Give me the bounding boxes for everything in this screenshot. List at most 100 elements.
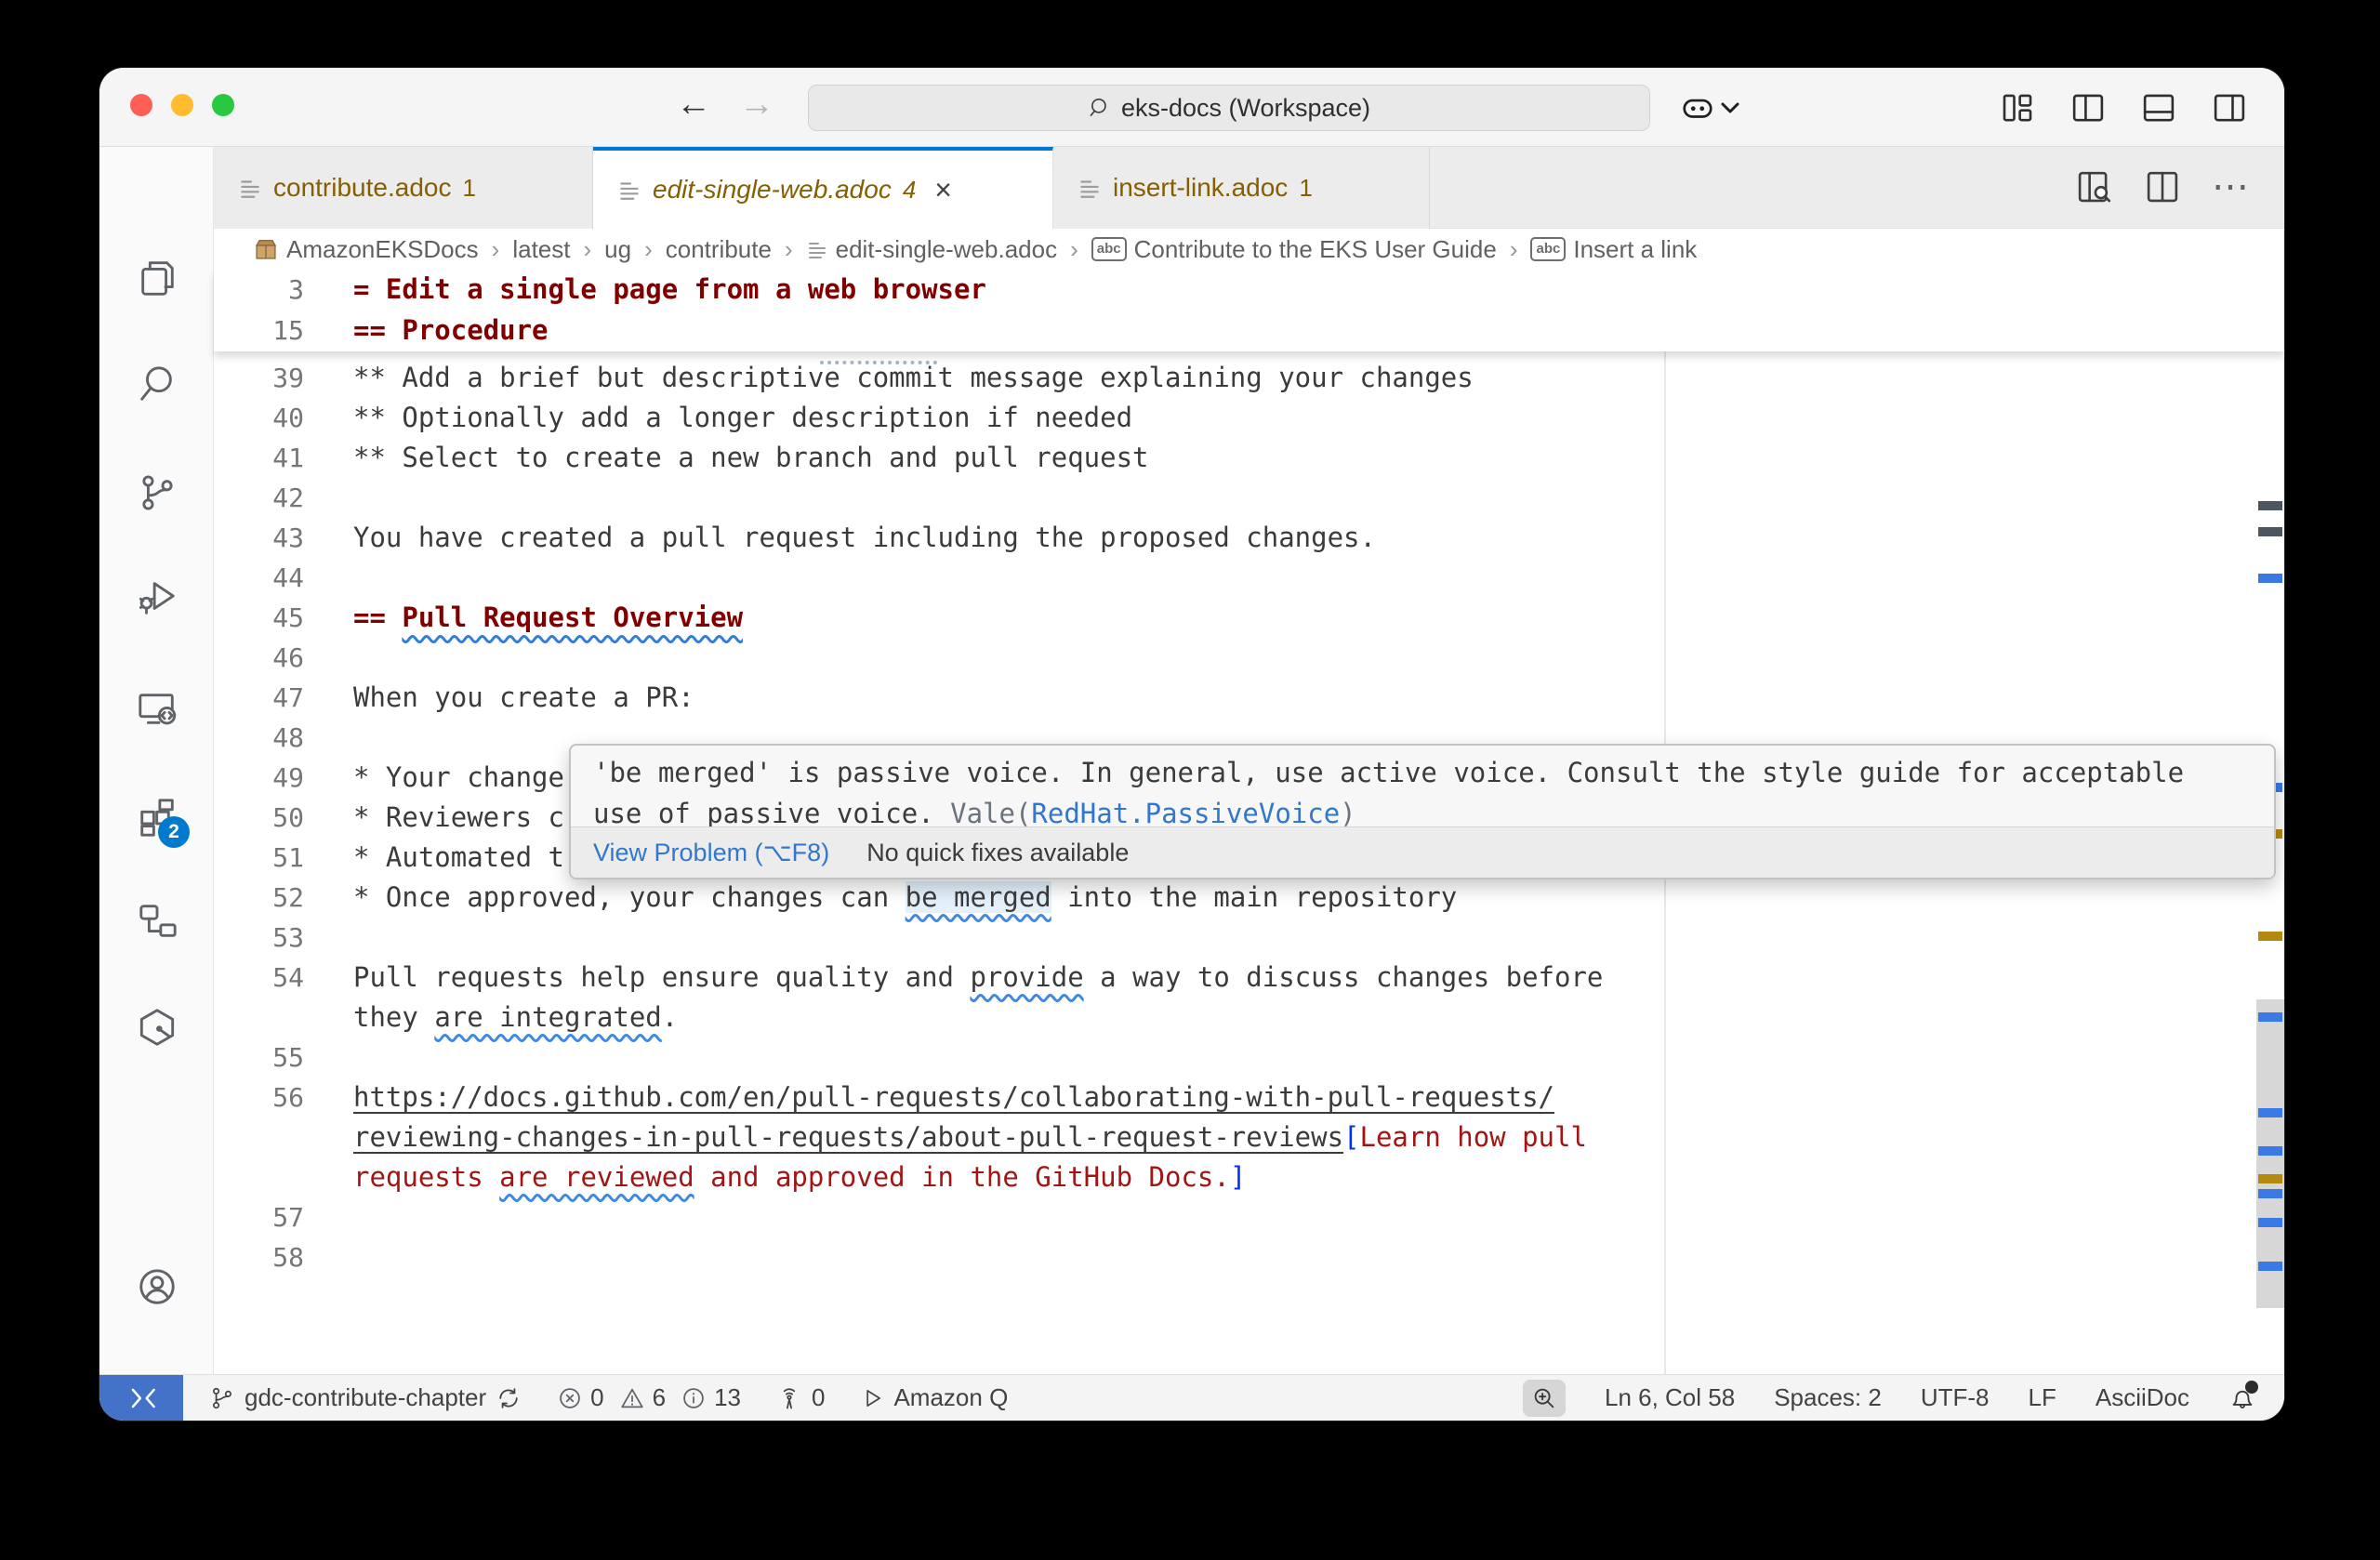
line-number: 46 [214,638,304,678]
line-number: 40 [214,398,304,438]
code-segment: be merged [906,881,1051,913]
remote-indicator[interactable] [99,1375,183,1421]
explorer-icon[interactable] [136,257,178,299]
code-segment: Pull requests help ensure quality and [353,961,970,993]
editor-line[interactable]: 42 [214,478,2284,518]
minimize-window-button[interactable] [171,94,193,116]
breadcrumb-item-symbol[interactable]: abc Contribute to the EKS User Guide [1091,235,1497,264]
line-content: ** Select to create a new branch and pul… [353,438,1149,478]
tab-insert-link[interactable]: insert-link.adoc 1 [1053,147,1430,229]
view-problem-link[interactable]: View Problem (⌥F8) [593,839,829,867]
line-content: When you create a PR: [353,678,694,718]
editor-line[interactable]: 41** Select to create a new branch and p… [214,438,2284,478]
editor-line[interactable]: requests are reviewed and approved in th… [214,1157,2284,1197]
breadcrumb-item[interactable]: contribute [666,235,772,264]
extensions-badge: 2 [158,816,190,848]
code-segment: reviewing-changes-in-pull-requests/about… [353,1121,1343,1153]
toggle-panel-icon[interactable] [2139,88,2178,127]
tooltip-footer: View Problem (⌥F8) No quick fixes availa… [571,826,2274,878]
run-debug-icon[interactable] [136,575,178,618]
eol-status[interactable]: LF [2029,1383,2056,1412]
line-number: 3 [214,270,304,310]
ports-status[interactable]: 0 [776,1383,825,1412]
editor-line[interactable]: 52* Once approved, your changes can be m… [214,878,2284,918]
sticky-heading-text: == Procedure [353,311,549,350]
problem-hover-tooltip: 'be merged' is passive voice. In general… [569,744,2276,879]
code-segment: ] [1230,1161,1246,1193]
split-editor-icon[interactable] [2143,167,2182,206]
line-number: 50 [214,798,304,838]
editor-line[interactable]: 53 [214,918,2284,958]
breadcrumb-item-symbol[interactable]: abc Insert a link [1530,235,1697,264]
copilot-icon[interactable] [1680,90,1715,126]
editor-line[interactable]: 40** Optionally add a longer description… [214,398,2284,438]
tab-edit-single-web[interactable]: edit-single-web.adoc 4 × [593,147,1053,229]
vale-rule-link[interactable]: RedHat.PassiveVoice [1031,798,1340,829]
line-content: * Reviewers c [353,798,564,838]
notifications-bell-icon[interactable] [2228,1384,2256,1412]
chevron-down-icon[interactable] [1721,101,1739,114]
encoding-status[interactable]: UTF-8 [1921,1383,1990,1412]
toggle-secondary-sidebar-icon[interactable] [2210,88,2249,127]
git-branch-status[interactable]: gdc-contribute-chapter [209,1383,522,1412]
problems-status[interactable]: 0 6 13 [557,1383,741,1412]
hierarchy-view-icon[interactable] [136,900,178,943]
close-tab-icon[interactable]: × [934,173,952,207]
extensions-icon[interactable]: 2 [136,796,178,839]
breadcrumb-item[interactable]: ug [604,235,631,264]
tab-label: edit-single-web.adoc [653,175,892,205]
package-icon [253,236,279,262]
account-icon[interactable] [136,1265,178,1308]
sticky-scroll[interactable]: 3= Edit a single page from a web browser… [214,270,2284,351]
remote-explorer-icon[interactable] [136,687,178,730]
line-content: they are integrated. [353,998,678,1038]
titlebar: ← → eks-docs (Workspace) [99,68,2284,147]
editor-line[interactable]: 58 [214,1237,2284,1277]
breadcrumb-item-file[interactable]: edit-single-web.adoc [806,235,1057,264]
editor-line[interactable]: 44 [214,558,2284,598]
editor-line[interactable]: 47 When you create a PR: [214,678,2284,718]
line-content: * Your change [353,758,564,798]
open-preview-icon[interactable] [2074,167,2113,206]
editor-line[interactable]: 39** Add a brief but descriptive commit … [214,358,2284,398]
code-segment: requests [353,1161,499,1193]
customize-layout-icon[interactable] [1998,88,2037,127]
line-content: https://docs.github.com/en/pull-requests… [353,1077,1554,1117]
sticky-line[interactable]: 15== Procedure [214,311,2284,350]
language-mode[interactable]: AsciiDoc [2096,1383,2189,1412]
editor-line[interactable]: 43You have created a pull request includ… [214,518,2284,558]
editor-line[interactable]: 56https://docs.github.com/en/pull-reques… [214,1077,2284,1117]
editor-line[interactable]: reviewing-changes-in-pull-requests/about… [214,1117,2284,1157]
toggle-primary-sidebar-icon[interactable] [2069,88,2108,127]
tab-problem-count: 4 [903,176,916,205]
breadcrumb-separator: › [644,235,653,264]
forward-icon[interactable]: → [739,85,774,125]
notification-dot [2245,1381,2258,1394]
editor-line[interactable]: 54Pull requests help ensure quality and … [214,958,2284,998]
source-control-icon[interactable] [136,471,178,514]
tab-contribute[interactable]: contribute.adoc 1 [214,147,593,229]
editor-line[interactable]: 55 [214,1038,2284,1077]
more-actions-icon[interactable]: ⋯ [2212,168,2251,205]
indentation-status[interactable]: Spaces: 2 [1774,1383,1882,1412]
editor-line[interactable]: 45== Pull Request Overview [214,598,2284,638]
cursor-position[interactable]: Ln 6, Col 58 [1605,1383,1735,1412]
breadcrumb-item-root[interactable]: AmazonEKSDocs [253,235,479,264]
editor-line[interactable]: 57 [214,1197,2284,1237]
line-number: 54 [214,958,304,998]
breadcrumb-separator: › [1070,235,1078,264]
breadcrumb-item[interactable]: latest [512,235,570,264]
editor-line[interactable]: 46 [214,638,2284,678]
command-center-search[interactable]: eks-docs (Workspace) [808,85,1650,131]
search-sidebar-icon[interactable] [136,363,178,405]
code-segment: a way to discuss changes before [1084,961,1604,993]
line-number: 47 [214,678,304,718]
back-icon[interactable]: ← [676,85,711,125]
close-window-button[interactable] [130,94,152,116]
zoom-window-button[interactable] [212,94,234,116]
zoom-status-icon[interactable] [1523,1380,1566,1417]
sticky-line[interactable]: 3= Edit a single page from a web browser [214,270,2284,310]
editor-line[interactable]: they are integrated. [214,998,2284,1038]
amazon-q-status[interactable]: Amazon Q [860,1383,1008,1412]
amazon-q-icon[interactable] [136,1006,178,1049]
